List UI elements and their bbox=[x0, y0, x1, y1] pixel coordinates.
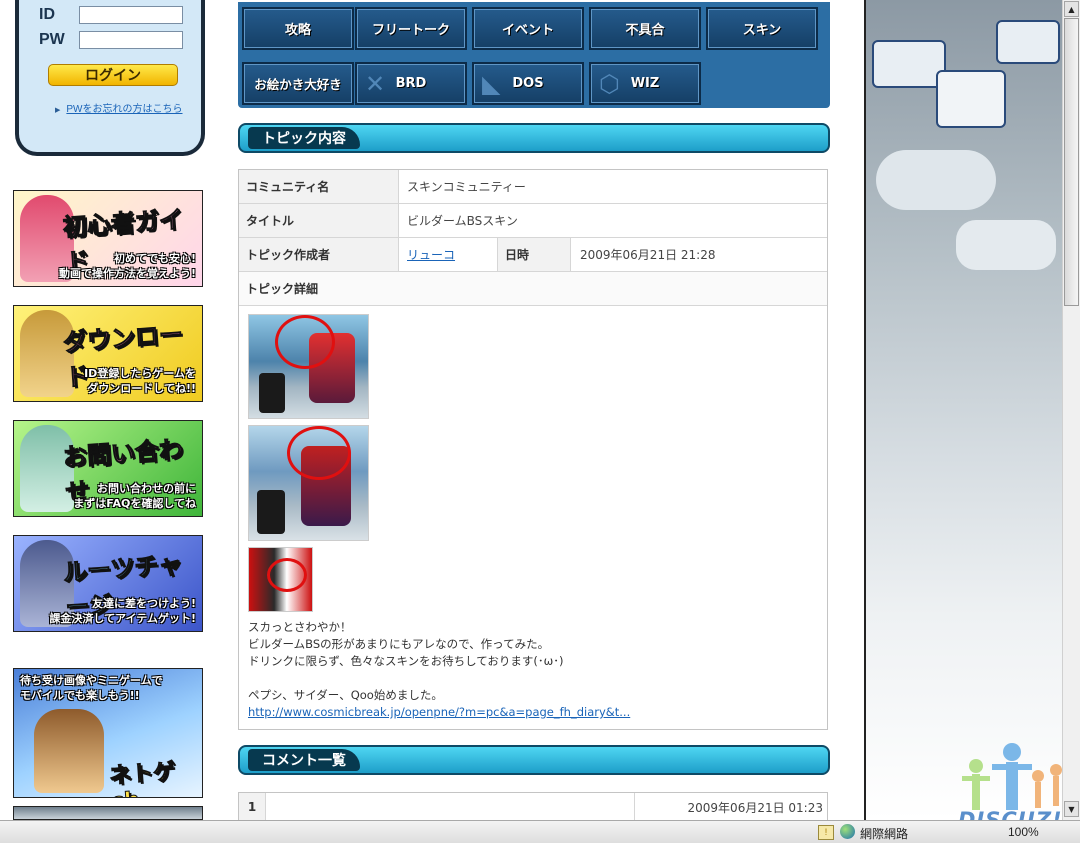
title-value: ビルダームBSスキン bbox=[407, 214, 518, 228]
comment-row: 1 2009年06月21日 01:23 bbox=[238, 792, 828, 822]
tab-label: WIZ bbox=[630, 76, 660, 91]
comment-number: 1 bbox=[239, 793, 266, 821]
building-shape bbox=[996, 20, 1060, 64]
banner-character bbox=[34, 709, 104, 793]
robot-figure bbox=[259, 373, 285, 413]
section-title: コメント一覧 bbox=[248, 749, 360, 771]
highlight-circle bbox=[275, 315, 335, 369]
robot-figure bbox=[257, 490, 285, 534]
section-title: トピック内容 bbox=[248, 127, 360, 149]
topic-section-header: トピック内容 bbox=[238, 123, 830, 153]
skin-texture-image[interactable] bbox=[248, 547, 313, 612]
zone-label: 網際網路 bbox=[860, 827, 909, 841]
topic-link[interactable]: http://www.cosmicbreak.jp/openpne/?m=pc&… bbox=[248, 705, 630, 719]
banner-partial[interactable] bbox=[13, 806, 203, 820]
tab-drawing[interactable]: お絵かき大好き bbox=[242, 62, 354, 105]
scroll-up-icon[interactable]: ▲ bbox=[1064, 1, 1079, 17]
zoom-level[interactable]: 100% bbox=[1008, 825, 1039, 839]
id-label: ID bbox=[39, 6, 55, 23]
security-icon[interactable]: ! bbox=[818, 825, 834, 840]
detail-label: トピック詳細 bbox=[239, 272, 827, 305]
community-value: スキンコミュニティー bbox=[407, 180, 526, 194]
body-text: ビルダームBSの形があまりにもアレなので、作ってみた。 bbox=[248, 637, 550, 651]
topic-detail-table: コミュニティ名 スキンコミュニティー タイトル ビルダームBSスキン トピック作… bbox=[238, 169, 828, 730]
comments-section-header: コメント一覧 bbox=[238, 745, 830, 775]
banner-download[interactable]: ダウンロード ID登録したらゲームを ダウンロードしてね!! bbox=[13, 305, 203, 402]
highlight-circle bbox=[287, 426, 351, 480]
banner-subtitle: 待ち受け画像やミニゲームで モバイルでも楽しもう!! bbox=[20, 674, 163, 702]
date-value: 2009年06月21日 21:28 bbox=[580, 248, 716, 262]
tab-free-talk[interactable]: フリートーク bbox=[355, 7, 467, 50]
comment-date: 2009年06月21日 01:23 bbox=[634, 793, 827, 821]
banner-beginner-guide[interactable]: 初心者ガイド 初めてでも安心! 動画で操作方法を覚えよう! bbox=[13, 190, 203, 287]
background-art bbox=[866, 0, 1062, 820]
title-label: タイトル bbox=[239, 204, 399, 237]
skin-image-2[interactable] bbox=[248, 425, 369, 541]
sword-icon: ✕ bbox=[365, 70, 386, 98]
building-shape bbox=[956, 220, 1056, 270]
login-button[interactable]: ログイン bbox=[48, 64, 178, 86]
community-label: コミュニティ名 bbox=[239, 170, 399, 203]
detail-row: トピック詳細 bbox=[239, 272, 827, 306]
tab-label: DOS bbox=[512, 76, 544, 91]
banner-roots-charge[interactable]: ルーツチャージ 友達に差をつけよう! 課金決済してアイテムゲット! bbox=[13, 535, 203, 632]
browser-status-bar: ! 網際網路 100% bbox=[0, 820, 1080, 843]
banner-subtitle: お問い合わせの前に まずはFAQを確認してね bbox=[73, 482, 196, 510]
date-label: 日時 bbox=[497, 238, 571, 271]
tab-bug[interactable]: 不具合 bbox=[589, 7, 701, 50]
globe-icon bbox=[840, 824, 855, 839]
building-shape bbox=[936, 70, 1006, 128]
pw-label: PW bbox=[39, 31, 65, 48]
tab-wiz[interactable]: ⬡ WIZ bbox=[589, 62, 701, 105]
body-text: ドリンクに限らず、色々なスキンをお待ちしております(･ω･) bbox=[248, 654, 564, 668]
id-row: ID bbox=[39, 6, 183, 24]
tab-strategy[interactable]: 攻略 bbox=[242, 7, 354, 50]
pw-input[interactable] bbox=[79, 31, 183, 49]
tab-brd[interactable]: ✕ BRD bbox=[355, 62, 467, 105]
body-text: ペプシ、サイダー、Qoo始めました。 bbox=[248, 688, 443, 702]
banner-subtitle: 初めてでも安心! 動画で操作方法を覚えよう! bbox=[58, 252, 196, 280]
scrollbar[interactable]: ▲ ▼ bbox=[1062, 0, 1080, 820]
author-label: トピック作成者 bbox=[239, 238, 399, 271]
scroll-thumb[interactable] bbox=[1064, 18, 1079, 306]
banner-title: ネトゲch bbox=[108, 759, 177, 797]
skin-image-1[interactable] bbox=[248, 314, 369, 419]
tab-label: BRD bbox=[395, 76, 427, 91]
tab-event[interactable]: イベント bbox=[472, 7, 584, 50]
community-row: コミュニティ名 スキンコミュニティー bbox=[239, 170, 827, 204]
category-tab-panel: 攻略 フリートーク イベント 不具合 スキン お絵かき大好き ✕ BRD ◣ D… bbox=[238, 2, 830, 108]
pw-row: PW bbox=[39, 31, 183, 49]
banner-contact[interactable]: お問い合わせ お問い合わせの前に まずはFAQを確認してね bbox=[13, 420, 203, 517]
highlight-circle bbox=[267, 558, 307, 592]
banner-subtitle: ID登録したらゲームを ダウンロードしてね!! bbox=[84, 367, 196, 395]
tab-skin[interactable]: スキン bbox=[706, 7, 818, 50]
building-shape bbox=[876, 150, 996, 210]
title-row: タイトル ビルダームBSスキン bbox=[239, 204, 827, 238]
hexagon-icon: ⬡ bbox=[599, 70, 620, 98]
banner-netoge-ch[interactable]: 待ち受け画像やミニゲームで モバイルでも楽しもう!! ネトゲch bbox=[13, 668, 203, 798]
cannon-icon: ◣ bbox=[482, 70, 501, 98]
author-link[interactable]: リューコ bbox=[407, 238, 455, 271]
banner-subtitle: 友達に差をつけよう! 課金決済してアイテムゲット! bbox=[49, 597, 196, 625]
tab-dos[interactable]: ◣ DOS bbox=[472, 62, 584, 105]
forgot-password-link[interactable]: PWをお忘れの方はこちら bbox=[55, 100, 182, 115]
id-input[interactable] bbox=[79, 6, 183, 24]
building-shape bbox=[872, 40, 946, 88]
login-panel: ID PW ログイン PWをお忘れの方はこちら bbox=[15, 0, 205, 156]
author-row: トピック作成者 リューコ 日時 2009年06月21日 21:28 bbox=[239, 238, 827, 272]
body-text: スカっとさわやか！ bbox=[248, 620, 352, 634]
